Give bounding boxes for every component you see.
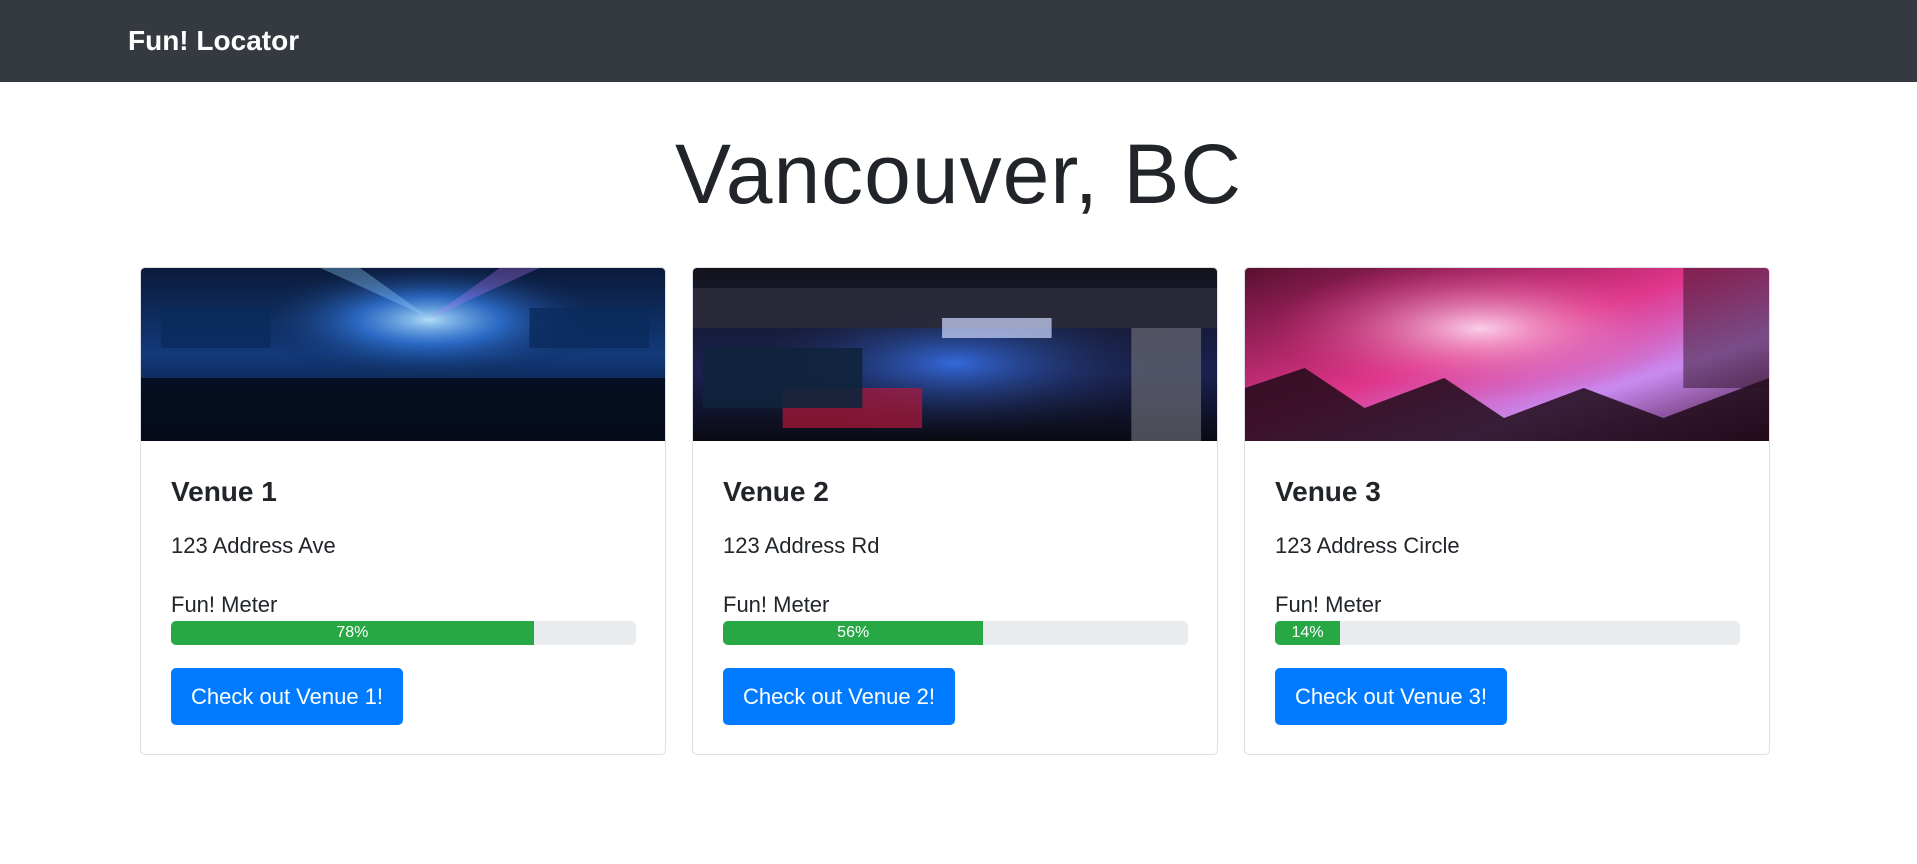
brand-link[interactable]: Fun! Locator [128,25,299,57]
fun-meter-progress: 78% [171,621,636,645]
venue-1-image [141,268,665,441]
venue-3-image [1245,268,1769,441]
check-out-venue-3-button[interactable]: Check out Venue 3! [1275,668,1508,725]
fun-meter-progress: 56% [723,621,1188,645]
fun-meter-label: Fun! Meter [171,592,278,617]
fun-meter-fill: 56% [723,621,984,645]
check-out-venue-2-button[interactable]: Check out Venue 2! [723,668,956,725]
venue-name: Venue 3 [1275,476,1381,507]
page-title: Vancouver, BC [674,127,1243,221]
venue-address: 123 Address Ave [171,533,336,558]
venue-address: 123 Address Rd [723,533,880,558]
fun-meter-progress: 14% [1275,621,1740,645]
venue-card-1: Venue 1 123 Address Ave Fun! Meter 78% C… [140,267,666,755]
venue-name: Venue 2 [723,476,829,507]
venue-card-body: Venue 2 123 Address Rd Fun! Meter 56% Ch… [693,441,1217,725]
fun-meter-fill: 78% [171,621,534,645]
venue-card-body: Venue 1 123 Address Ave Fun! Meter 78% C… [141,441,665,725]
fun-meter-label: Fun! Meter [723,592,830,617]
venue-card-3: Venue 3 123 Address Circle Fun! Meter 14… [1244,267,1770,755]
venue-2-image [693,268,1217,441]
fun-meter-fill: 14% [1275,621,1341,645]
venue-address: 123 Address Circle [1275,533,1460,558]
venue-name: Venue 1 [171,476,277,507]
check-out-venue-1-button[interactable]: Check out Venue 1! [171,668,404,725]
navbar: Fun! Locator [0,0,1917,82]
venue-card-list: Venue 1 123 Address Ave Fun! Meter 78% C… [140,267,1770,755]
fun-meter-label: Fun! Meter [1275,592,1382,617]
venue-card-body: Venue 3 123 Address Circle Fun! Meter 14… [1245,441,1769,725]
venue-card-2: Venue 2 123 Address Rd Fun! Meter 56% Ch… [692,267,1218,755]
